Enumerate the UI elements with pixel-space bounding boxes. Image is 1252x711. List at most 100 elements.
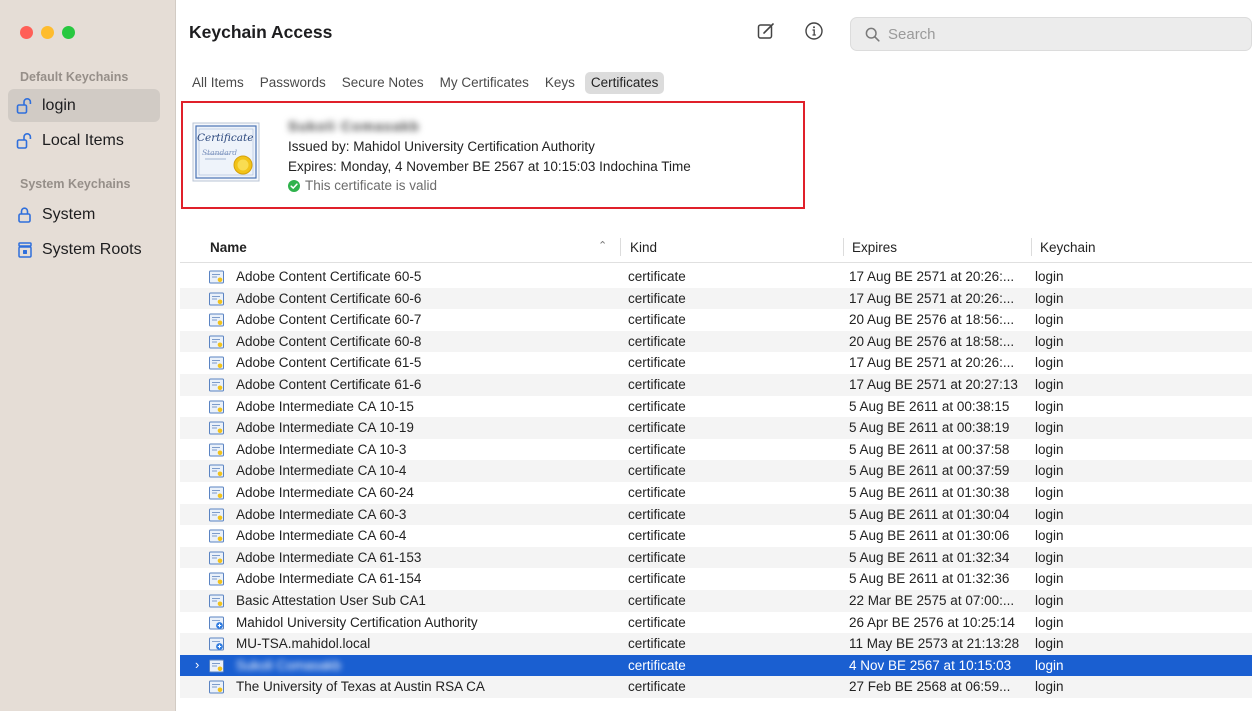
table-row[interactable]: Adobe Content Certificate 60-8 certificat… xyxy=(180,330,1252,353)
column-header-name[interactable]: Name xyxy=(210,240,247,255)
row-expires: 5 Aug BE 2611 at 01:30:06 xyxy=(849,528,1010,544)
table-row[interactable]: MU-TSA.mahidol.local certificate 11 May BE… xyxy=(180,633,1252,655)
sort-ascending-icon[interactable]: ⌃ xyxy=(598,239,607,252)
table-row[interactable]: Adobe Content Certificate 61-5 certificat… xyxy=(180,352,1252,374)
row-kind: certificate xyxy=(628,398,686,414)
certificate-icon xyxy=(209,464,224,478)
table-row[interactable]: Adobe Intermediate CA 60-3 certificate 5 A… xyxy=(180,503,1252,526)
table-row[interactable]: Adobe Intermediate CA 10-3 certificate 5 A… xyxy=(180,439,1252,461)
row-expires: 17 Aug BE 2571 at 20:27:13 xyxy=(849,376,1018,392)
row-expires: 17 Aug BE 2571 at 20:26:... xyxy=(849,290,1015,306)
row-kind: certificate xyxy=(628,355,686,371)
table-row[interactable]: Adobe Intermediate CA 61-154 certificate 5… xyxy=(180,568,1252,590)
close-window-button[interactable] xyxy=(20,26,33,39)
row-name: Adobe Intermediate CA 60-4 xyxy=(236,528,407,544)
certificate-icon xyxy=(209,356,224,370)
table-row[interactable]: Mahidol University Certification Authori… xyxy=(180,612,1252,634)
row-keychain: login xyxy=(1035,592,1064,608)
sidebar-item-label: System xyxy=(42,205,96,223)
disclosure-chevron-icon[interactable]: › xyxy=(195,657,199,672)
search-field[interactable] xyxy=(850,17,1252,51)
table-row[interactable]: Adobe Content Certificate 60-6 certificat… xyxy=(180,287,1252,310)
minimize-window-button[interactable] xyxy=(41,26,54,39)
table-row[interactable]: Adobe Content Certificate 61-6 certificat… xyxy=(180,373,1252,396)
table-row[interactable]: Adobe Content Certificate 60-5 certificat… xyxy=(180,266,1252,288)
certificate-list: Adobe Content Certificate 60-5 certificat… xyxy=(180,266,1252,698)
certificate-icon xyxy=(209,529,224,543)
tab-my-certificates[interactable]: My Certificates xyxy=(434,72,535,94)
sidebar-item-login[interactable]: login xyxy=(8,89,160,122)
row-kind: certificate xyxy=(628,679,686,695)
toolbar: Keychain Access xyxy=(176,0,1252,68)
table-row[interactable]: Adobe Intermediate CA 60-24 certificate 5 … xyxy=(180,482,1252,504)
row-kind: certificate xyxy=(628,463,686,479)
row-kind: certificate xyxy=(628,312,686,328)
unlocked-padlock-icon xyxy=(14,131,36,151)
info-icon xyxy=(804,21,824,46)
row-kind: certificate xyxy=(628,269,686,284)
certificate-icon xyxy=(209,680,224,694)
tab-keys[interactable]: Keys xyxy=(539,72,581,94)
table-row[interactable]: The University of Texas at Austin RSA CA… xyxy=(180,676,1252,698)
tab-passwords[interactable]: Passwords xyxy=(254,72,332,94)
certificate-icon xyxy=(209,508,224,522)
search-icon xyxy=(865,27,880,42)
row-keychain: login xyxy=(1035,290,1064,306)
certificate-name: Sukoli Comasakb xyxy=(288,118,420,134)
column-header-expires[interactable]: Expires xyxy=(852,240,897,255)
root-certificate-icon xyxy=(209,616,224,630)
new-item-button[interactable] xyxy=(753,20,779,46)
tab-secure-notes[interactable]: Secure Notes xyxy=(336,72,430,94)
row-kind: certificate xyxy=(628,528,686,544)
column-divider[interactable] xyxy=(620,238,621,256)
zoom-window-button[interactable] xyxy=(62,26,75,39)
window-controls xyxy=(20,26,75,39)
row-kind: certificate xyxy=(628,333,686,349)
certificate-icon xyxy=(209,659,224,673)
row-keychain: login xyxy=(1035,679,1064,695)
row-name: Adobe Intermediate CA 60-24 xyxy=(236,484,414,500)
table-row[interactable]: Adobe Intermediate CA 10-19 certificate 5 … xyxy=(180,417,1252,439)
row-keychain: login xyxy=(1035,657,1064,673)
column-divider[interactable] xyxy=(843,238,844,256)
search-input[interactable] xyxy=(888,25,1228,43)
certificate-thumbnail-icon: Certificate Standard xyxy=(192,122,260,182)
row-keychain: login xyxy=(1035,614,1064,630)
table-row[interactable]: › Sukoli Comasakb certificate 4 Nov BE 2567… xyxy=(180,654,1252,677)
compose-icon xyxy=(756,21,776,46)
table-row[interactable]: Adobe Intermediate CA 60-4 certificate 5 A… xyxy=(180,525,1252,547)
row-kind: certificate xyxy=(628,290,686,306)
sidebar-item-system-roots[interactable]: System Roots xyxy=(8,233,160,266)
sidebar-item-local-items[interactable]: Local Items xyxy=(8,124,160,157)
column-header-kind[interactable]: Kind xyxy=(630,240,657,255)
row-kind: certificate xyxy=(628,549,686,565)
row-keychain: login xyxy=(1035,376,1064,392)
sidebar-item-system[interactable]: System xyxy=(8,198,160,231)
row-kind: certificate xyxy=(628,657,686,673)
row-expires: 5 Aug BE 2611 at 01:32:36 xyxy=(849,571,1010,587)
table-row[interactable]: Basic Attestation User Sub CA1 certificat… xyxy=(180,589,1252,612)
row-kind: certificate xyxy=(628,420,686,436)
row-expires: 5 Aug BE 2611 at 01:30:38 xyxy=(849,484,1010,500)
column-divider[interactable] xyxy=(1031,238,1032,256)
row-name: Adobe Content Certificate 61-6 xyxy=(236,376,422,392)
row-expires: 26 Apr BE 2576 at 10:25:14 xyxy=(849,614,1015,630)
column-header-keychain[interactable]: Keychain xyxy=(1040,240,1096,255)
certificate-icon xyxy=(209,594,224,608)
row-expires: 5 Aug BE 2611 at 00:37:59 xyxy=(849,463,1010,479)
tab-all-items[interactable]: All Items xyxy=(186,72,250,94)
certificate-icon xyxy=(209,313,224,327)
sidebar-item-label: System Roots xyxy=(42,240,142,258)
table-row[interactable]: Adobe Content Certificate 60-7 certificat… xyxy=(180,309,1252,331)
table-row[interactable]: Adobe Intermediate CA 10-15 certificate 5 … xyxy=(180,396,1252,418)
row-name: Adobe Content Certificate 61-5 xyxy=(236,355,422,371)
tab-certificates[interactable]: Certificates xyxy=(584,72,665,94)
info-button[interactable] xyxy=(801,20,827,46)
row-name: The University of Texas at Austin RSA CA xyxy=(236,679,485,695)
row-kind: certificate xyxy=(628,636,686,652)
table-row[interactable]: Adobe Intermediate CA 10-4 certificate 5 A… xyxy=(180,460,1252,482)
row-expires: 22 Mar BE 2575 at 07:00:... xyxy=(849,592,1015,608)
row-name: Adobe Content Certificate 60-7 xyxy=(236,312,422,328)
table-row[interactable]: Adobe Intermediate CA 61-153 certificate 5… xyxy=(180,546,1252,569)
row-kind: certificate xyxy=(628,441,686,457)
